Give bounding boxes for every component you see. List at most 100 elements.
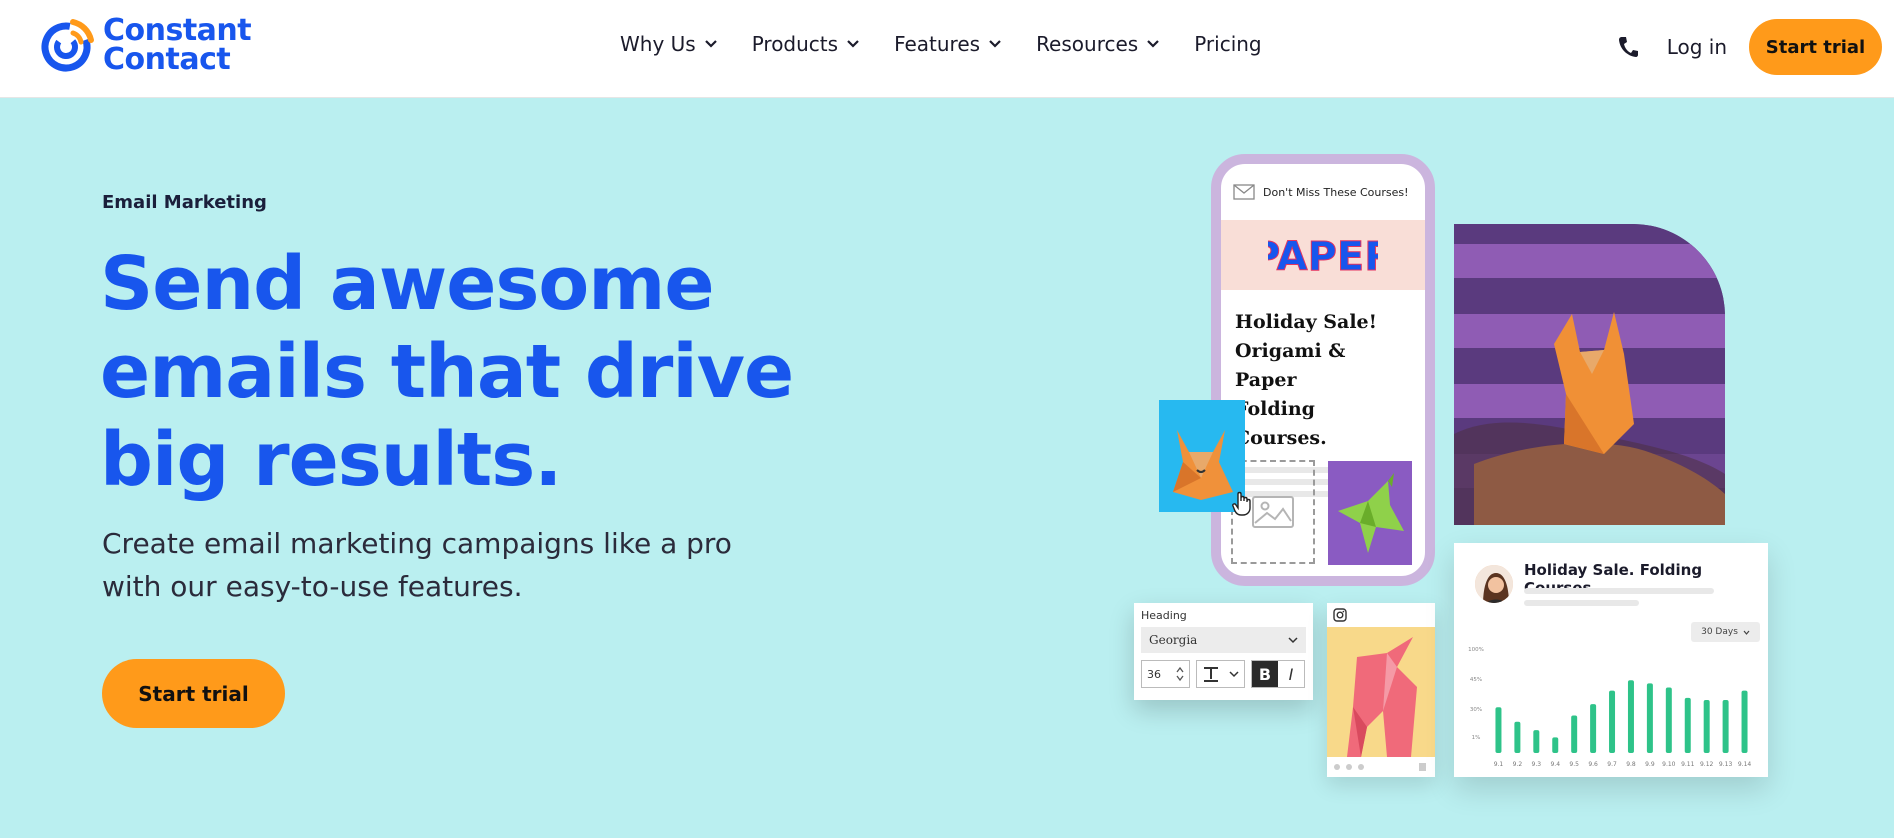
nav-label: Features	[894, 32, 981, 56]
instagram-post-card	[1327, 603, 1435, 777]
nav-features[interactable]: Features	[894, 32, 1002, 56]
brand-logo[interactable]: Constant Contact	[37, 13, 252, 77]
font-size-stepper[interactable]: 36	[1141, 660, 1190, 688]
date-range-value: 30 Days	[1701, 627, 1738, 637]
nav-why-us[interactable]: Why Us	[620, 32, 718, 56]
x-tick-label: 9.1	[1494, 761, 1504, 768]
phone-icon[interactable]	[1617, 35, 1639, 59]
x-tick-label: 9.14	[1738, 761, 1752, 768]
chart-bar	[1571, 715, 1578, 753]
hand-cursor-icon	[1232, 491, 1251, 516]
main-nav: Why Us Products Features Resources Prici…	[620, 32, 1296, 56]
paper-brand-text: PAPER	[1268, 234, 1378, 280]
chevron-down-icon	[1147, 40, 1159, 48]
x-tick-label: 9.2	[1513, 761, 1523, 768]
brand-wordmark: Constant Contact	[103, 13, 252, 77]
origami-crane-image	[1328, 461, 1412, 565]
nav-products[interactable]: Products	[752, 32, 860, 56]
chart-bar	[1514, 721, 1521, 753]
nav-label: Resources	[1036, 32, 1139, 56]
chart-bar	[1590, 704, 1597, 753]
chart-bar	[1684, 697, 1691, 753]
x-tick-label: 9.13	[1719, 761, 1733, 768]
editor-label: Heading	[1141, 609, 1187, 622]
nav-pricing[interactable]: Pricing	[1194, 32, 1261, 56]
start-trial-button-hero[interactable]: Start trial	[102, 659, 285, 728]
x-tick-label: 9.11	[1681, 761, 1695, 768]
brand-line-2: Contact	[103, 42, 231, 77]
paper-brand-logo: PAPER	[1268, 234, 1378, 281]
chevron-down-icon	[1743, 630, 1750, 635]
placeholder-line	[1524, 588, 1714, 594]
chevron-down-icon	[1229, 670, 1239, 677]
date-range-dropdown[interactable]: 30 Days	[1691, 622, 1760, 642]
instagram-icon	[1333, 608, 1347, 622]
chart-bar	[1627, 680, 1634, 753]
nav-label: Pricing	[1194, 32, 1262, 56]
editor-controls-row: 36 B I	[1141, 660, 1306, 688]
x-tick-label: 9.10	[1662, 761, 1676, 768]
headline-line: big results.	[100, 417, 562, 503]
x-tick-label: 9.9	[1645, 761, 1655, 768]
email-title-line: Folding Courses.	[1235, 398, 1327, 449]
chevron-down-icon	[847, 40, 859, 48]
x-tick-label: 9.4	[1550, 761, 1560, 768]
campaign-analytics-card: Holiday Sale. Folding Courses 30 Days 10…	[1454, 543, 1768, 777]
chevron-down-icon	[989, 40, 1001, 48]
login-link[interactable]: Log in	[1667, 35, 1727, 59]
x-tick-label: 9.7	[1607, 761, 1617, 768]
header-actions: Log in Start trial	[1617, 19, 1882, 75]
chart-bar	[1552, 737, 1559, 753]
bold-italic-toggle-group: B I	[1251, 660, 1305, 688]
font-size-value: 36	[1147, 667, 1161, 681]
x-tick-label: 9.3	[1532, 761, 1542, 768]
subhead-line: with our easy-to-use features.	[102, 570, 523, 603]
email-preview-phone: Don't Miss These Courses! PAPER Holiday …	[1211, 154, 1435, 586]
brand-line-1: Constant	[103, 13, 252, 48]
text-style-select[interactable]	[1196, 660, 1245, 688]
bold-button[interactable]: B	[1252, 661, 1278, 687]
post-actions-icons	[1334, 763, 1426, 771]
hero-photo-origami-fox	[1454, 224, 1725, 525]
nav-resources[interactable]: Resources	[1036, 32, 1160, 56]
hero-eyebrow: Email Marketing	[102, 192, 267, 213]
y-tick-label: 100%	[1468, 647, 1484, 653]
chart-bar	[1703, 699, 1710, 753]
brand-logo-icon	[41, 19, 94, 72]
nav-label: Why Us	[620, 32, 696, 56]
text-format-icon	[1203, 667, 1218, 682]
engagement-bar-chart: 100% 45% 30% 1% 9.1 9.2 9.3 9.4 9.5 9.6 9.7 9.8 9.9…	[1468, 647, 1752, 768]
top-nav-bar: Constant Contact Why Us Products Feature…	[0, 0, 1894, 98]
chevron-down-icon	[1288, 636, 1298, 643]
email-title-line: Holiday Sale!	[1235, 311, 1377, 333]
paper-banner: PAPER	[1221, 220, 1425, 290]
italic-button[interactable]: I	[1278, 661, 1304, 687]
y-tick-label: 45%	[1470, 677, 1482, 683]
email-title-line: Origami & Paper	[1235, 340, 1346, 391]
chart-bar	[1722, 699, 1729, 753]
email-subject: Don't Miss These Courses!	[1263, 185, 1409, 199]
y-tick-label: 30%	[1470, 707, 1482, 713]
stepper-arrows-icon[interactable]	[1176, 666, 1184, 682]
image-placeholder-icon	[1252, 496, 1294, 528]
y-tick-label: 1%	[1472, 735, 1481, 741]
headline-line: Send awesome	[100, 241, 715, 327]
x-tick-label: 9.8	[1626, 761, 1636, 768]
headline-line: emails that drive	[100, 329, 794, 415]
x-tick-label: 9.5	[1569, 761, 1579, 768]
font-family-select[interactable]: Georgia	[1141, 627, 1306, 653]
x-tick-label: 9.6	[1588, 761, 1598, 768]
chart-bar	[1646, 683, 1653, 753]
hero-headline: Send awesome emails that drive big resul…	[100, 240, 800, 504]
subhead-line: Create email marketing campaigns like a …	[102, 527, 732, 560]
hero-subhead: Create email marketing campaigns like a …	[102, 522, 782, 608]
chart-bar	[1609, 690, 1616, 753]
email-subject-bar: Don't Miss These Courses!	[1221, 164, 1425, 220]
chart-bar	[1533, 730, 1540, 753]
x-tick-label: 9.12	[1700, 761, 1714, 768]
heading-style-editor: Heading Georgia 36 B I	[1134, 603, 1313, 700]
avatar	[1473, 563, 1515, 605]
placeholder-line	[1524, 600, 1639, 606]
chart-bar	[1495, 707, 1502, 753]
start-trial-button-header[interactable]: Start trial	[1749, 19, 1882, 75]
